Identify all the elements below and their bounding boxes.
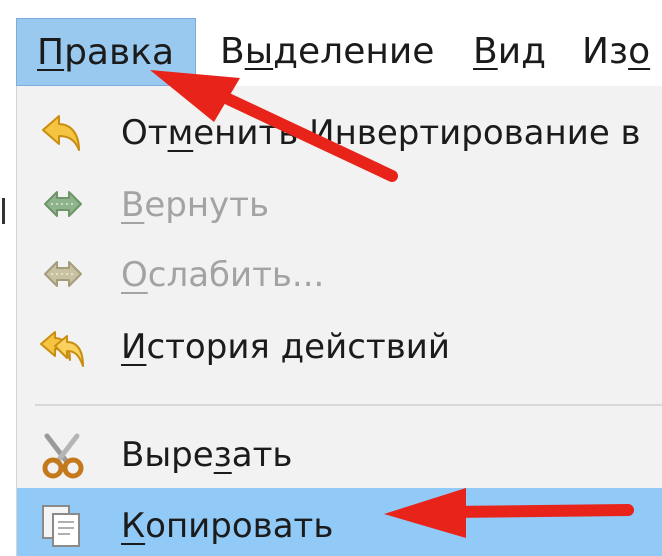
menubar-pravka[interactable]: Правка — [16, 18, 196, 86]
menu-item-copy[interactable]: Копировать — [17, 488, 662, 556]
menu-item-history-label: История действий — [121, 312, 450, 382]
cut-label-rest: ать — [231, 435, 293, 475]
menu-item-history[interactable]: История действий — [17, 312, 662, 382]
redo-label-rest: ернуть — [144, 185, 270, 225]
menu-item-cut[interactable]: Вырезать — [17, 420, 662, 490]
menubar-vid-mnemonic: В — [473, 31, 498, 72]
menubar: Правка Выделение Вид Изо — [0, 18, 662, 86]
menubar-izo-prefix: Из — [582, 31, 629, 72]
copy-icon — [37, 502, 89, 548]
history-label-mnemonic: И — [121, 327, 147, 367]
menu-item-undo-label: Отменить Инвертирование в — [121, 98, 641, 168]
menubar-izo-mnemonic: о — [628, 31, 651, 72]
menubar-vid[interactable]: Вид — [473, 18, 546, 86]
menubar-vydelenie-mnemonic: ы — [244, 31, 274, 72]
menubar-vid-label: ид — [497, 31, 546, 72]
undo-icon — [37, 110, 89, 156]
redo-label-mnemonic: В — [121, 185, 145, 225]
history-label-rest: стория действий — [146, 327, 450, 367]
cut-label-prefix: Выре — [121, 435, 214, 475]
menu-item-copy-label: Копировать — [121, 488, 333, 556]
scissors-icon — [37, 432, 89, 479]
menubar-pravka-label: равка — [64, 32, 175, 73]
fade-label-mnemonic: О — [121, 255, 148, 295]
undo-label-mnemonic: м — [167, 113, 194, 153]
redo-icon — [37, 182, 89, 228]
menubar-izobrazhenie[interactable]: Изо — [582, 18, 650, 86]
menu-item-redo[interactable]: Вернуть — [17, 170, 662, 240]
app-window: Правка Выделение Вид Изо Отменить Инверт… — [0, 0, 662, 556]
menu-item-cut-label: Вырезать — [121, 420, 292, 490]
window-top-strip — [0, 0, 662, 18]
undo-label-rest: енить Инвертирование в — [193, 113, 641, 153]
menu-item-fade-label: Ослабить... — [121, 240, 324, 310]
menu-separator — [35, 404, 662, 406]
edit-menu-dropdown: Отменить Инвертирование в Вернуть Ослаби… — [16, 86, 662, 556]
copy-label-rest: опировать — [145, 506, 334, 546]
fade-icon — [37, 252, 89, 298]
copy-label-mnemonic: К — [121, 506, 146, 546]
cut-label-mnemonic: з — [213, 435, 232, 475]
menu-item-undo[interactable]: Отменить Инвертирование в — [17, 98, 662, 168]
menubar-pravka-mnemonic: П — [37, 32, 65, 73]
undo-label-prefix: От — [121, 113, 168, 153]
menubar-vydelenie-label: деление — [273, 31, 435, 72]
menubar-vydelenie[interactable]: Выделение — [220, 18, 434, 86]
history-icon — [37, 324, 89, 370]
menu-item-fade[interactable]: Ослабить... — [17, 240, 662, 310]
menubar-vydelenie-prefix: В — [220, 31, 245, 72]
menu-item-redo-label: Вернуть — [121, 170, 269, 240]
fade-label-rest: слабить... — [147, 255, 325, 295]
cut-off-text-mark — [2, 198, 10, 224]
background-window-edge — [0, 86, 16, 556]
